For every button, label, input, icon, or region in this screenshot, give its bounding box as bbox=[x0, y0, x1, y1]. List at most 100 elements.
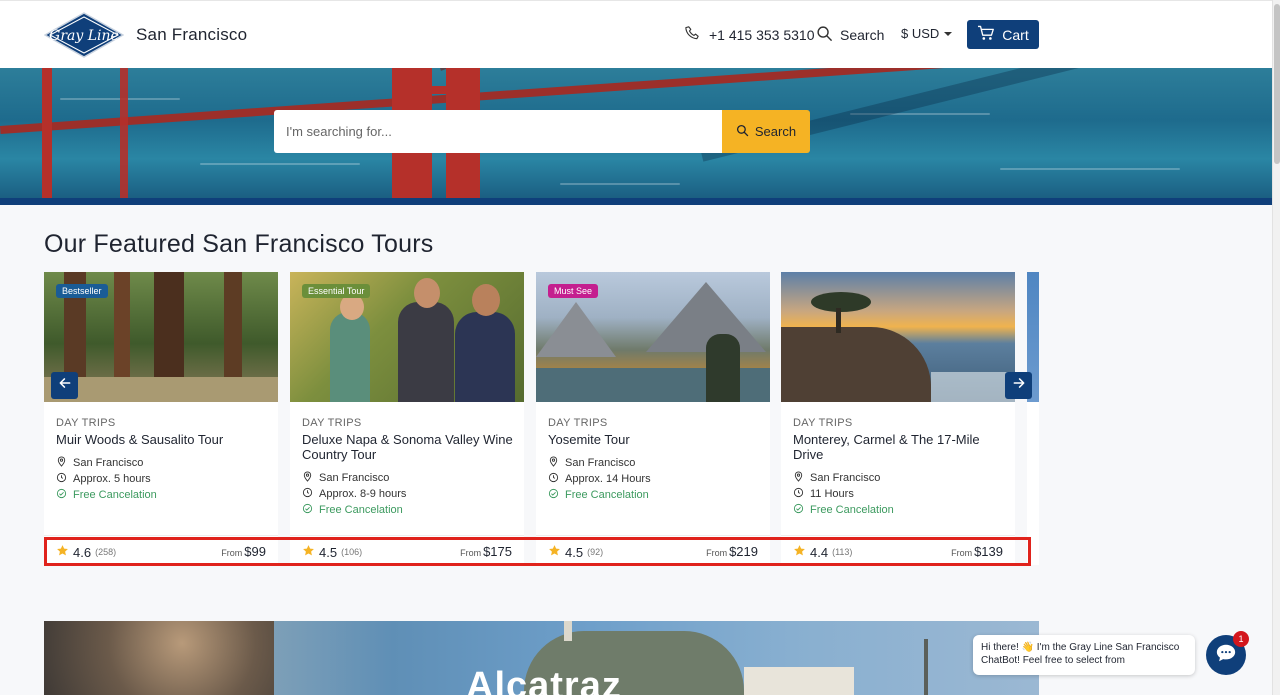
tour-image[interactable]: Essential Tour bbox=[290, 272, 524, 402]
tour-location: San Francisco bbox=[56, 456, 143, 470]
header-search-button[interactable]: Search bbox=[816, 25, 884, 45]
check-circle-icon bbox=[548, 488, 559, 502]
tour-card[interactable]: Bestseller DAY TRIPS Muir Woods & Sausal… bbox=[44, 272, 278, 565]
chatbot-message[interactable]: Hi there! 👋 I'm the Gray Line San Franci… bbox=[973, 635, 1195, 675]
tour-duration: Approx. 8-9 hours bbox=[302, 487, 406, 501]
site-city: San Francisco bbox=[136, 25, 248, 44]
price-from-label: From bbox=[460, 548, 482, 558]
tour-card-footer: 4.5 (106) From $175 bbox=[290, 535, 524, 565]
tour-location-text: San Francisco bbox=[810, 472, 881, 484]
tour-cancellation-text: Free Cancelation bbox=[565, 489, 649, 501]
banner-title: Alcatraz bbox=[466, 665, 622, 695]
logo-text: Gray Line bbox=[49, 28, 119, 44]
tour-location: San Francisco bbox=[548, 456, 635, 470]
phone-icon bbox=[684, 25, 701, 45]
scrollbar-thumb[interactable] bbox=[1274, 4, 1280, 164]
chat-notification-badge: 1 bbox=[1233, 631, 1249, 647]
rating-value: 4.5 bbox=[565, 544, 584, 560]
price-from-label: From bbox=[221, 548, 243, 558]
clock-icon bbox=[548, 472, 559, 486]
review-count: (258) bbox=[95, 547, 117, 557]
tour-card[interactable]: Essential Tour DAY TRIPS Deluxe Napa & S… bbox=[290, 272, 524, 565]
tour-cancellation: Free Cancelation bbox=[302, 503, 403, 517]
page-scrollbar[interactable] bbox=[1272, 0, 1280, 695]
tour-image[interactable]: Must See bbox=[536, 272, 770, 402]
tour-title[interactable]: Deluxe Napa & Sonoma Valley Wine Country… bbox=[302, 432, 514, 462]
chat-icon bbox=[1215, 642, 1237, 669]
tour-cancellation: Free Cancelation bbox=[56, 488, 157, 502]
carousel-prev-button[interactable] bbox=[51, 372, 78, 399]
tour-duration: 11 Hours bbox=[793, 487, 854, 501]
cart-icon bbox=[977, 25, 995, 44]
tour-title[interactable]: Muir Woods & Sausalito Tour bbox=[56, 432, 268, 447]
tour-card-footer: 4.5 (92) From $219 bbox=[536, 535, 770, 565]
clock-icon bbox=[793, 487, 804, 501]
location-pin-icon bbox=[56, 456, 67, 470]
tour-card-footer: 4.6 (258) From $99 bbox=[44, 535, 278, 565]
tour-cancellation: Free Cancelation bbox=[548, 488, 649, 502]
tour-image[interactable]: Bestseller bbox=[44, 272, 278, 402]
tour-card[interactable]: Must See DAY TRIPS Yosemite Tour San Fra… bbox=[536, 272, 770, 565]
tour-location: San Francisco bbox=[302, 471, 389, 485]
grayline-logo[interactable]: Gray Line bbox=[43, 12, 125, 58]
currency-selector[interactable]: $ USD bbox=[901, 26, 953, 41]
tour-category: DAY TRIPS bbox=[793, 417, 853, 429]
tour-duration-text: 11 Hours bbox=[810, 488, 854, 500]
tour-badge: Bestseller bbox=[56, 284, 108, 298]
tour-location: San Francisco bbox=[793, 471, 880, 485]
check-circle-icon bbox=[793, 503, 804, 517]
tour-card-footer: 4.4 (113) From $139 bbox=[781, 535, 1015, 565]
tour-category: DAY TRIPS bbox=[302, 417, 362, 429]
price-value: $139 bbox=[974, 544, 1003, 559]
tour-duration-text: Approx. 14 Hours bbox=[565, 473, 651, 485]
tour-duration-text: Approx. 8-9 hours bbox=[319, 488, 407, 500]
rating-value: 4.4 bbox=[810, 544, 829, 560]
phone-link[interactable]: +1 415 353 5310 bbox=[684, 25, 815, 45]
tour-price: From $219 bbox=[706, 544, 758, 559]
tour-price: From $139 bbox=[951, 544, 1003, 559]
price-value: $99 bbox=[244, 544, 266, 559]
review-count: (113) bbox=[832, 547, 853, 557]
tour-title[interactable]: Monterey, Carmel & The 17-Mile Drive bbox=[793, 432, 1005, 462]
price-value: $175 bbox=[483, 544, 512, 559]
price-from-label: From bbox=[951, 548, 973, 558]
currency-label: $ USD bbox=[901, 26, 940, 41]
hero-wave bbox=[1000, 168, 1180, 170]
tour-price: From $99 bbox=[221, 544, 266, 559]
location-pin-icon bbox=[548, 456, 559, 470]
section-title: Our Featured San Francisco Tours bbox=[44, 230, 434, 258]
arrow-left-icon bbox=[58, 376, 72, 395]
tour-card-partial[interactable] bbox=[1027, 272, 1039, 565]
rating-value: 4.6 bbox=[73, 544, 92, 560]
tour-rating: 4.5 (106) bbox=[302, 544, 362, 560]
tour-cancellation-text: Free Cancelation bbox=[319, 504, 403, 516]
tour-card[interactable]: DAY TRIPS Monterey, Carmel & The 17-Mile… bbox=[781, 272, 1015, 565]
header-search-label: Search bbox=[840, 27, 885, 43]
price-from-label: From bbox=[706, 548, 728, 558]
alcatraz-banner[interactable]: Alcatraz bbox=[44, 621, 1039, 695]
clock-icon bbox=[302, 487, 313, 501]
arrow-right-icon bbox=[1012, 376, 1026, 395]
rating-value: 4.5 bbox=[319, 544, 338, 560]
carousel-next-button[interactable] bbox=[1005, 372, 1032, 399]
bridge-tower-beam bbox=[392, 86, 480, 94]
star-icon bbox=[56, 544, 69, 560]
hero-divider bbox=[0, 198, 1272, 205]
tour-search-label: Search bbox=[754, 124, 797, 139]
tour-search-button[interactable]: Search bbox=[722, 110, 810, 153]
chevron-down-icon bbox=[944, 31, 953, 36]
tour-duration-text: Approx. 5 hours bbox=[73, 473, 151, 485]
review-count: (92) bbox=[587, 547, 604, 557]
tour-rating: 4.5 (92) bbox=[548, 544, 603, 560]
tour-rating: 4.4 (113) bbox=[793, 544, 852, 560]
cart-button[interactable]: Cart bbox=[967, 20, 1039, 49]
tour-duration: Approx. 14 Hours bbox=[548, 472, 651, 486]
phone-number: +1 415 353 5310 bbox=[709, 27, 815, 43]
star-icon bbox=[548, 544, 561, 560]
tour-category: DAY TRIPS bbox=[56, 417, 116, 429]
tour-search-input[interactable] bbox=[274, 110, 723, 153]
review-count: (106) bbox=[341, 547, 363, 557]
tour-title[interactable]: Yosemite Tour bbox=[548, 432, 760, 447]
tour-image[interactable] bbox=[781, 272, 1015, 402]
search-icon bbox=[736, 124, 749, 140]
